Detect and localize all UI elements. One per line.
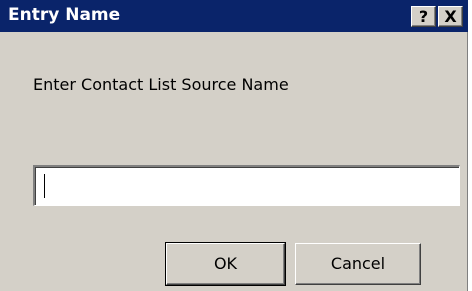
ok-button[interactable]: OK xyxy=(165,242,286,286)
title-bar[interactable]: Entry Name ? X xyxy=(0,0,468,32)
source-name-input[interactable] xyxy=(33,165,460,206)
prompt-label: Enter Contact List Source Name xyxy=(33,75,289,94)
cancel-button[interactable]: Cancel xyxy=(295,243,421,285)
close-button[interactable]: X xyxy=(438,6,463,27)
dialog-title: Entry Name xyxy=(8,5,121,25)
help-button[interactable]: ? xyxy=(411,6,436,27)
entry-name-dialog: Entry Name ? X Enter Contact List Source… xyxy=(0,0,468,291)
text-caret xyxy=(44,174,45,198)
